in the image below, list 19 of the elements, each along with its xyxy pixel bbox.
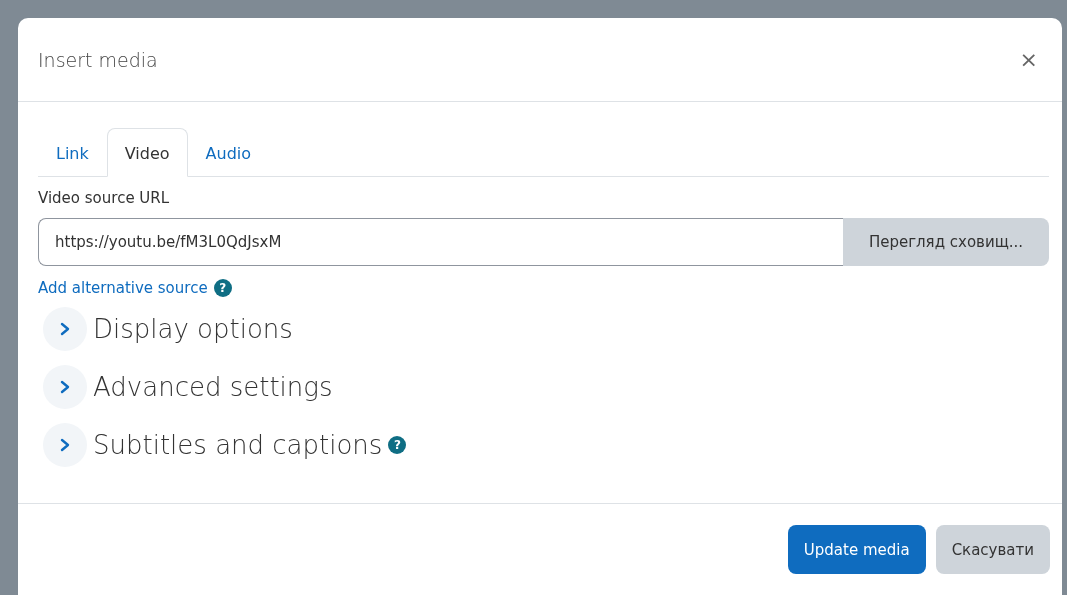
section-title[interactable]: Advanced settings [93, 372, 333, 402]
help-icon[interactable]: ? [388, 436, 407, 454]
chevron-icon[interactable] [43, 365, 87, 409]
tab[interactable]: Audio [187, 128, 270, 177]
tab[interactable]: Link [38, 128, 107, 177]
add-source-link[interactable]: Add alternative source [38, 279, 208, 297]
chevron-icon[interactable] [43, 307, 87, 351]
tab[interactable]: Video [106, 128, 188, 177]
browse-button[interactable]: Перегляд сховищ... [843, 218, 1049, 266]
update-button[interactable]: Update media [787, 525, 926, 574]
cancel-button[interactable]: Скасувати [935, 525, 1050, 574]
section-title[interactable]: Subtitles and captions [93, 430, 383, 460]
chevron-icon[interactable] [43, 423, 87, 467]
url-input-field[interactable]: https://youtu.be/fM3L0QdJsxM [38, 218, 843, 266]
field-label: Video source URL [38, 189, 170, 207]
close-button[interactable]: × [1015, 47, 1042, 72]
help-icon[interactable]: ? [213, 279, 232, 297]
section-title[interactable]: Display options [93, 314, 293, 344]
dialog-title: Insert media [38, 48, 158, 71]
